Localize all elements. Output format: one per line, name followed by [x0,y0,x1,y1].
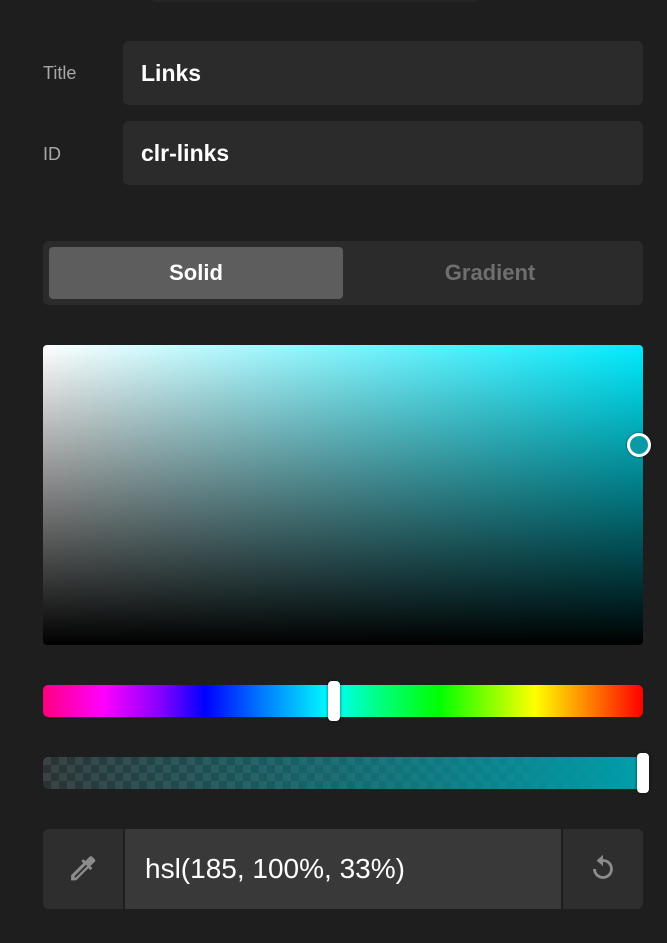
saturation-value-picker[interactable] [43,345,651,645]
color-value-input[interactable]: hsl(185, 100%, 33%) [123,829,563,909]
solid-button[interactable]: Solid [49,247,343,299]
hue-slider-handle[interactable] [328,681,340,721]
alpha-slider-handle[interactable] [637,753,649,793]
id-field[interactable]: clr-links [123,121,643,185]
color-value-row: hsl(185, 100%, 33%) [43,829,643,909]
gradient-button[interactable]: Gradient [343,247,637,299]
fill-mode-toggle: Solid Gradient [43,241,643,305]
saturation-value-handle[interactable] [627,433,651,457]
eyedropper-icon [71,856,96,881]
id-label: ID [43,144,61,164]
alpha-slider[interactable] [43,757,643,789]
title-label: Title [43,63,77,83]
eyedropper-button[interactable] [43,829,123,909]
panel-top-tab [150,0,480,2]
alpha-gradient [43,757,643,789]
color-editor-panel: Title Links ID clr-links Solid Gradient … [0,0,667,943]
title-field[interactable]: Links [123,41,643,105]
reset-icon [593,854,613,879]
hue-slider[interactable] [43,685,643,717]
reset-button[interactable] [563,829,643,909]
